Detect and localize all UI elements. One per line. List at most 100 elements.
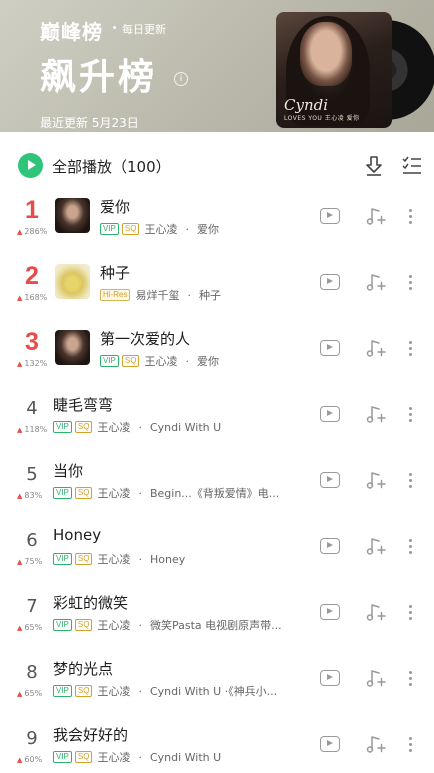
album-cover[interactable]: Cyndi LOVES YOU 王心凌 爱你 (276, 12, 434, 130)
play-all-bar: 全部播放（100） (0, 150, 434, 182)
song-artist[interactable]: 王心凌 (97, 617, 130, 633)
song-album[interactable]: 微笑Pasta 电视剧原声带... (150, 617, 282, 633)
song-row[interactable]: 2 ▲ 168% 种子 Hi-Res 易烊千玺 · 种子 (0, 262, 434, 330)
more-options-icon[interactable] (405, 404, 415, 424)
trend-percent: 75% (24, 557, 43, 566)
song-album[interactable]: 爱你 (197, 353, 219, 369)
chart-title: 飙升榜 (40, 57, 158, 98)
rank-number: 5 (26, 464, 38, 485)
add-to-playlist-icon[interactable] (366, 735, 386, 755)
more-options-icon[interactable] (405, 536, 415, 556)
song-artist[interactable]: 王心凌 (144, 221, 177, 237)
video-play-icon[interactable] (320, 604, 340, 620)
brand-name: 巅峰榜 (40, 20, 103, 44)
video-play-icon[interactable] (320, 274, 340, 290)
add-to-playlist-icon[interactable] (366, 669, 386, 689)
add-to-playlist-icon[interactable] (366, 537, 386, 557)
more-options-icon[interactable] (405, 668, 415, 688)
song-artist[interactable]: 王心凌 (144, 353, 177, 369)
play-all-icon[interactable] (18, 153, 43, 178)
trend-indicator: ▲ 60% (17, 755, 42, 764)
song-row[interactable]: 4 ▲ 118% 睫毛弯弯 VIP SQ 王心凌 · Cyndi With U (0, 396, 434, 462)
song-row[interactable]: 6 ▲ 75% Honey VIP SQ 王心凌 · Honey (0, 526, 434, 594)
rank-number: 7 (26, 596, 38, 617)
song-album[interactable]: Cyndi With U (150, 751, 221, 764)
song-title[interactable]: 我会好好的 (53, 724, 128, 745)
song-album[interactable]: Cyndi With U ·《神兵小... (150, 683, 277, 699)
song-row[interactable]: 9 ▲ 60% 我会好好的 VIP SQ 王心凌 · Cyndi With U (0, 726, 434, 773)
song-meta: VIP SQ 王心凌 · Cyndi With U (53, 420, 221, 434)
song-title[interactable]: 爱你 (100, 196, 130, 217)
download-icon[interactable] (364, 155, 384, 177)
meta-separator: · (138, 552, 142, 566)
song-album[interactable]: Cyndi With U (150, 421, 221, 434)
quality-badge: VIP (53, 685, 72, 697)
more-options-icon[interactable] (405, 338, 415, 358)
video-play-icon[interactable] (320, 406, 340, 422)
song-album[interactable]: 爱你 (197, 221, 219, 237)
meta-separator: · (138, 486, 142, 500)
song-meta: VIP SQ 王心凌 · Honey (53, 552, 185, 566)
up-arrow-icon: ▲ (17, 690, 23, 698)
quality-badge: SQ (74, 685, 93, 697)
video-play-icon[interactable] (320, 670, 340, 686)
video-play-icon[interactable] (320, 208, 340, 224)
song-title[interactable]: 第一次爱的人 (100, 328, 190, 349)
song-artist[interactable]: 王心凌 (97, 485, 130, 501)
quality-badge: VIP (53, 553, 72, 565)
song-title[interactable]: 当你 (53, 460, 83, 481)
quality-badge: SQ (74, 421, 93, 433)
song-artist[interactable]: 易烊千玺 (135, 287, 179, 303)
trend-indicator: ▲ 132% (17, 359, 47, 368)
up-arrow-icon: ▲ (17, 756, 23, 764)
more-options-icon[interactable] (405, 470, 415, 490)
song-artist[interactable]: 王心凌 (97, 551, 130, 567)
song-artist[interactable]: 王心凌 (97, 749, 130, 765)
cover-art: Cyndi LOVES YOU 王心凌 爱你 (276, 12, 392, 128)
song-thumbnail[interactable] (55, 330, 90, 365)
song-title[interactable]: 睫毛弯弯 (53, 394, 113, 415)
add-to-playlist-icon[interactable] (366, 273, 386, 293)
song-album[interactable]: Begin...《背叛爱情》电... (150, 485, 279, 501)
song-row[interactable]: 1 ▲ 286% 爱你 VIP SQ 王心凌 · 爱你 (0, 196, 434, 264)
song-thumbnail[interactable] (55, 198, 90, 233)
cover-artist-text: Cyndi (284, 96, 329, 114)
add-to-playlist-icon[interactable] (366, 339, 386, 359)
song-album[interactable]: 种子 (199, 287, 221, 303)
song-title[interactable]: 彩虹的微笑 (53, 592, 128, 613)
video-play-icon[interactable] (320, 340, 340, 356)
quality-badge: VIP (100, 223, 119, 235)
song-row[interactable]: 5 ▲ 83% 当你 VIP SQ 王心凌 · Begin...《背叛爱情》电... (0, 462, 434, 528)
song-row[interactable]: 7 ▲ 65% 彩虹的微笑 VIP SQ 王心凌 · 微笑Pasta 电视剧原声带.… (0, 594, 434, 660)
quality-badge: SQ (74, 553, 93, 565)
video-play-icon[interactable] (320, 736, 340, 752)
song-row[interactable]: 3 ▲ 132% 第一次爱的人 VIP SQ 王心凌 · 爱你 (0, 328, 434, 396)
multi-select-icon[interactable] (402, 155, 422, 175)
song-artist[interactable]: 王心凌 (97, 419, 130, 435)
song-title[interactable]: Honey (53, 526, 101, 544)
video-play-icon[interactable] (320, 538, 340, 554)
song-thumbnail[interactable] (55, 264, 90, 299)
more-options-icon[interactable] (405, 206, 415, 226)
trend-indicator: ▲ 65% (17, 623, 42, 632)
add-to-playlist-icon[interactable] (366, 471, 386, 491)
video-play-icon[interactable] (320, 472, 340, 488)
info-icon[interactable]: i (174, 72, 188, 86)
rank-number: 6 (26, 530, 38, 551)
add-to-playlist-icon[interactable] (366, 603, 386, 623)
song-album[interactable]: Honey (150, 553, 185, 566)
meta-separator: · (187, 288, 191, 302)
more-options-icon[interactable] (405, 602, 415, 622)
more-options-icon[interactable] (405, 734, 415, 754)
song-artist[interactable]: 王心凌 (97, 683, 130, 699)
song-row[interactable]: 8 ▲ 65% 梦的光点 VIP SQ 王心凌 · Cyndi With U ·《神… (0, 660, 434, 726)
separator-dot (113, 26, 116, 29)
more-options-icon[interactable] (405, 272, 415, 292)
meta-separator: · (138, 750, 142, 764)
trend-indicator: ▲ 65% (17, 689, 42, 698)
add-to-playlist-icon[interactable] (366, 207, 386, 227)
add-to-playlist-icon[interactable] (366, 405, 386, 425)
song-title[interactable]: 梦的光点 (53, 658, 113, 679)
song-title[interactable]: 种子 (100, 262, 130, 283)
play-all-button[interactable]: 全部播放（100） (52, 156, 171, 177)
